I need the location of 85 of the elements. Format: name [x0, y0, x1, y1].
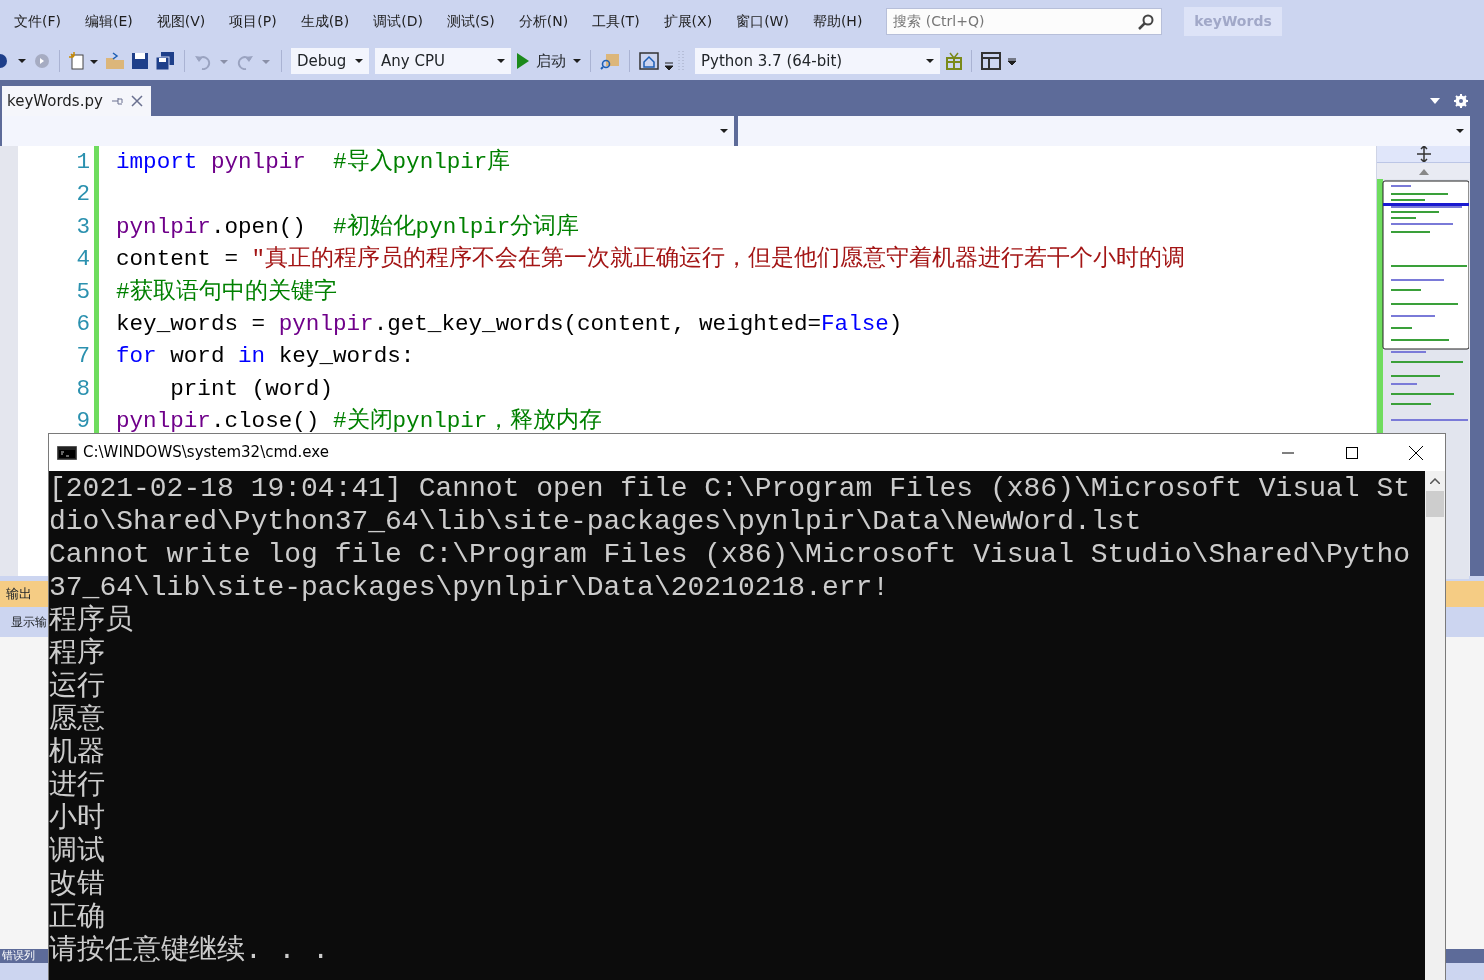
line-number: 3 — [75, 212, 90, 242]
home-window-icon[interactable] — [639, 52, 659, 70]
caret-icon — [573, 59, 581, 63]
dropdown-icon[interactable] — [1430, 98, 1440, 104]
caret-icon — [497, 59, 505, 63]
menu-item[interactable]: 文件(F) — [14, 10, 61, 32]
maximize-icon — [1346, 446, 1358, 459]
search-field[interactable]: 搜索 (Ctrl+Q) — [886, 7, 1163, 35]
console-line: 正确 — [49, 901, 106, 934]
console-line: 程序 — [49, 637, 106, 670]
code-line: pynlpir.open() #初始化pynlpir分词库 — [116, 212, 581, 242]
console-line: 37_64\lib\site-packages\pynlpir\Data\20210218.err! — [49, 571, 891, 604]
configuration-dropdown[interactable]: Debug — [291, 48, 369, 74]
caret-icon — [355, 59, 363, 63]
line-number: 1 — [75, 148, 90, 177]
close-icon[interactable] — [130, 95, 143, 107]
code-line: key_words = pynlpir.get_key_words(content, weighted=False) — [116, 309, 904, 339]
pin-icon[interactable] — [110, 95, 123, 107]
console-line: 愿意 — [49, 703, 106, 736]
console-line: 程序员 — [49, 604, 134, 637]
console-line: 调试 — [49, 835, 106, 868]
minimize-icon — [1282, 451, 1294, 454]
code-line: content = "真正的程序员的程序不会在第一次就正确运行，但是他们愿意守着机器进行若干个小时的调 — [116, 244, 1187, 275]
line-number: 2 — [75, 180, 90, 210]
layout-icon[interactable] — [981, 52, 1001, 70]
gift-icon[interactable] — [946, 52, 962, 70]
code-line: for word in key_words: — [116, 342, 416, 372]
menu-item[interactable]: 分析(N) — [518, 10, 569, 32]
menu-item[interactable]: 测试(S) — [446, 10, 495, 32]
menu-item[interactable]: 视图(V) — [156, 10, 206, 32]
find-in-files-icon[interactable] — [600, 52, 620, 70]
scroll-up-icon[interactable] — [1418, 169, 1429, 175]
save-icon[interactable] — [131, 52, 149, 70]
back-icon[interactable] — [0, 53, 28, 69]
scroll-thumb[interactable] — [1426, 491, 1444, 517]
menu-item[interactable]: 生成(B) — [300, 10, 350, 32]
console-line: 改错 — [49, 868, 106, 901]
menu-item[interactable]: 帮助(H) — [812, 10, 863, 32]
open-folder-icon[interactable] — [105, 52, 125, 70]
console-line: Cannot write log file C:\Program Files (x86)\Microsoft Visual Studio\Shared\Pytho — [49, 538, 1412, 571]
menu-item[interactable]: 项目(P) — [229, 10, 277, 32]
window-title: C:\WINDOWS\system32\cmd.exe — [83, 442, 330, 464]
close-icon — [1409, 445, 1423, 460]
line-number: 9 — [75, 407, 90, 437]
document-tab[interactable]: keyWords.py — [2, 86, 151, 116]
console-line: 运行 — [49, 670, 106, 703]
code-line: import pynlpir #导入pynlpir库 — [116, 147, 512, 177]
menu-item[interactable]: 编辑(E) — [85, 10, 133, 32]
line-number: 7 — [75, 342, 90, 372]
console-line: 请按任意键继续. . . — [49, 934, 330, 967]
console-line: 小时 — [49, 802, 106, 835]
menu-item[interactable]: 扩展(X) — [663, 10, 713, 32]
line-number: 6 — [75, 309, 90, 339]
save-all-icon[interactable] — [155, 52, 175, 70]
menu-item[interactable]: 调试(D) — [373, 10, 423, 32]
panel-title: 输出 — [6, 585, 32, 604]
console-icon — [57, 445, 77, 460]
code-line: pynlpir.close() #关闭pynlpir，释放内存 — [116, 407, 604, 437]
start-button[interactable]: 启动 — [517, 49, 581, 73]
search-icon — [1138, 13, 1155, 30]
menu-item[interactable]: 窗口(W) — [736, 10, 789, 32]
console-line: 机器 — [49, 736, 106, 769]
split-icon[interactable] — [1416, 146, 1431, 162]
line-number: 8 — [75, 374, 90, 404]
platform-dropdown[interactable]: Any CPU — [375, 48, 511, 74]
menu-item[interactable]: 工具(T) — [592, 10, 640, 32]
caret-icon — [1456, 129, 1464, 133]
settings-icon[interactable] — [1454, 94, 1468, 108]
console-line: dio\Shared\Python37_64\lib\site-packages\pynlpir\Data\NewWord.lst — [49, 505, 1143, 538]
scroll-up-icon[interactable] — [1430, 478, 1440, 484]
play-icon — [517, 53, 529, 69]
code-line: #获取语句中的关键字 — [116, 277, 338, 307]
line-number: 4 — [75, 245, 90, 275]
environment-dropdown[interactable]: Python 3.7 (64-bit) — [695, 48, 940, 74]
new-item-icon[interactable] — [69, 52, 99, 70]
bottom-tab[interactable]: 错误列 — [2, 949, 35, 962]
console-line: 进行 — [49, 769, 106, 802]
line-number: 5 — [75, 277, 90, 307]
solution-name: keyWords — [1184, 6, 1282, 36]
console-line: [2021-02-18 19:04:41] Cannot open file C:\Program Files (x86)\Microsoft Visual St — [49, 472, 1412, 505]
toolbar-label: 显示输 — [11, 614, 47, 631]
code-line: print (word) — [169, 374, 334, 404]
caret-icon — [720, 129, 728, 133]
overflow-icon[interactable] — [1007, 56, 1017, 66]
caret-icon — [926, 59, 934, 63]
